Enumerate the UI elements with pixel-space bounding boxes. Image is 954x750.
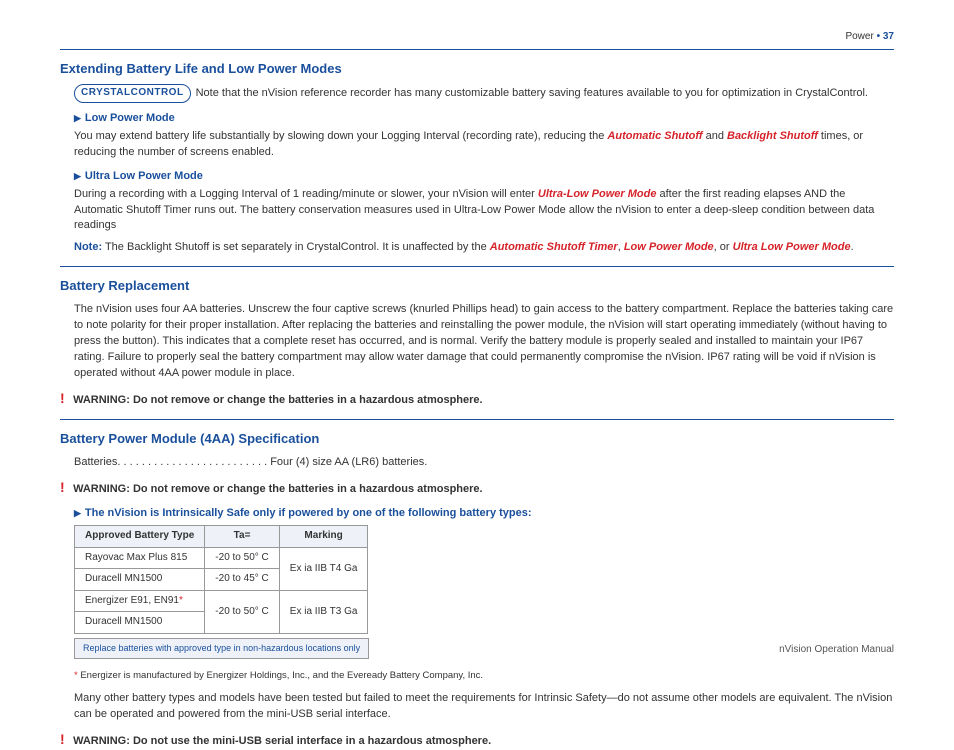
warning-icon: !: [60, 729, 70, 749]
col-type: Approved Battery Type: [75, 526, 205, 548]
note-paragraph: Note: The Backlight Shutoff is set separ…: [74, 240, 894, 256]
warning-icon: !: [60, 477, 70, 497]
triangle-icon: [74, 112, 85, 124]
low-power-mode-heading: Low Power Mode: [74, 111, 894, 127]
closing-paragraph: Many other battery types and models have…: [74, 691, 894, 723]
warning-icon: !: [60, 388, 70, 408]
section-rule: [60, 266, 894, 267]
spec-line: Batteries. . . . . . . . . . . . . . . .…: [74, 455, 894, 471]
intrinsically-safe-heading: The nVision is Intrinsically Safe only i…: [74, 506, 894, 522]
triangle-icon: [74, 507, 85, 519]
intro-block: CRYSTALCONTROL Note that the nVision ref…: [60, 84, 894, 256]
battery-replacement-block: The nVision uses four AA batteries. Unsc…: [60, 302, 894, 409]
table-header-row: Approved Battery Type Ta= Marking: [75, 526, 368, 548]
lpm-paragraph: You may extend battery life substantiall…: [74, 129, 894, 161]
warning-text-1: Do not remove or change the batteries in…: [130, 394, 483, 406]
table-footer-note: Replace batteries with approved type in …: [74, 638, 369, 659]
page-number: 37: [883, 31, 894, 42]
warning-label: WARNING:: [73, 735, 130, 747]
warning-label: WARNING:: [73, 394, 130, 406]
page-header: Power • 37: [60, 30, 894, 45]
heading-battery-power-module: Battery Power Module (4AA) Specification: [60, 430, 894, 449]
warning-text-3: Do not use the mini-USB serial interface…: [130, 735, 491, 747]
table-row: Rayovac Max Plus 815 -20 to 50° C Ex ia …: [75, 547, 368, 569]
asterisk: *: [179, 595, 183, 606]
battery-table: Approved Battery Type Ta= Marking Rayova…: [74, 525, 368, 634]
section-rule: [60, 419, 894, 420]
crystalcontrol-badge: CRYSTALCONTROL: [74, 84, 191, 103]
triangle-icon: [74, 170, 85, 182]
col-marking: Marking: [279, 526, 368, 548]
section-name: Power: [845, 31, 873, 42]
bullet: •: [877, 31, 881, 42]
footer-text: nVision Operation Manual: [779, 643, 894, 658]
col-ta: Ta=: [205, 526, 279, 548]
automatic-shutoff-term: Automatic Shutoff: [607, 130, 702, 142]
ultra-low-power-mode-heading: Ultra Low Power Mode: [74, 169, 894, 185]
backlight-shutoff-term: Backlight Shutoff: [727, 130, 818, 142]
intro-line: CRYSTALCONTROL Note that the nVision ref…: [74, 84, 894, 103]
heading-extending-battery: Extending Battery Life and Low Power Mod…: [60, 60, 894, 79]
heading-battery-replacement: Battery Replacement: [60, 277, 894, 296]
battery-replacement-text: The nVision uses four AA batteries. Unsc…: [74, 302, 894, 382]
note-label: Note:: [74, 241, 102, 253]
spec-block: Batteries. . . . . . . . . . . . . . . .…: [60, 455, 894, 750]
header-rule: [60, 49, 894, 50]
warning-text-2: Do not remove or change the batteries in…: [130, 483, 483, 495]
warning-row-2: ! WARNING: Do not remove or change the b…: [74, 477, 894, 498]
ulpm-paragraph: During a recording with a Logging Interv…: [74, 187, 894, 235]
warning-row-1: ! WARNING: Do not remove or change the b…: [74, 388, 894, 409]
warning-label: WARNING:: [73, 483, 130, 495]
energizer-footnote: * Energizer is manufactured by Energizer…: [74, 669, 894, 683]
ultra-low-power-term: Ultra-Low Power Mode: [538, 188, 657, 200]
table-row: Energizer E91, EN91* -20 to 50° C Ex ia …: [75, 590, 368, 612]
intro-text: Note that the nVision reference recorder…: [196, 88, 868, 100]
warning-row-3: ! WARNING: Do not use the mini-USB seria…: [74, 729, 894, 750]
